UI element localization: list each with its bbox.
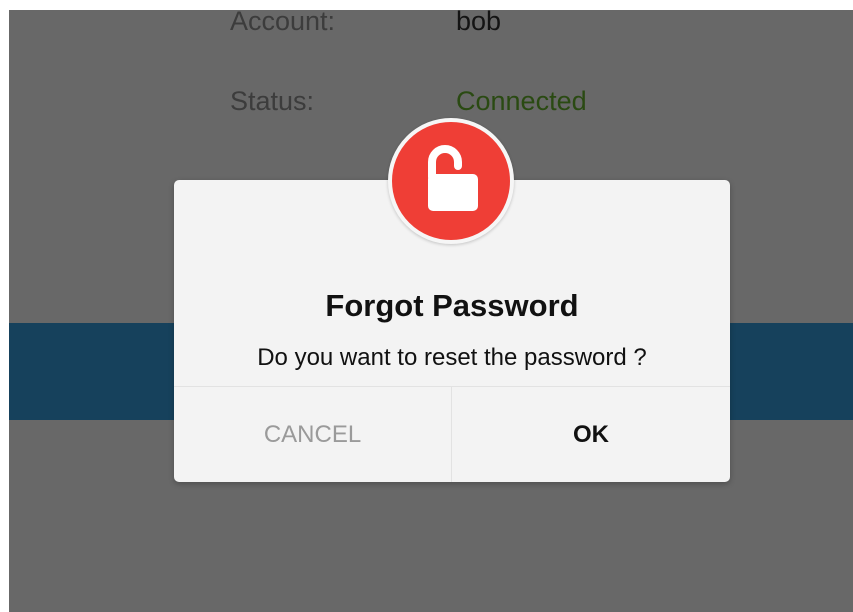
dialog-title: Forgot Password xyxy=(325,288,579,323)
cancel-button[interactable]: CANCEL xyxy=(174,387,451,482)
account-value: bob xyxy=(456,10,502,36)
lock-badge xyxy=(388,118,514,244)
unlocked-padlock-icon xyxy=(428,145,478,211)
ok-button[interactable]: OK xyxy=(452,387,730,482)
account-row: Account: bob xyxy=(9,10,853,46)
app-screen: Account: bob Status: Connected Forgot Pa… xyxy=(9,10,853,612)
dialog-message: Do you want to reset the password ? xyxy=(257,344,647,371)
status-value: Connected xyxy=(456,86,587,116)
account-label: Account: xyxy=(230,10,336,36)
status-label: Status: xyxy=(230,86,315,116)
